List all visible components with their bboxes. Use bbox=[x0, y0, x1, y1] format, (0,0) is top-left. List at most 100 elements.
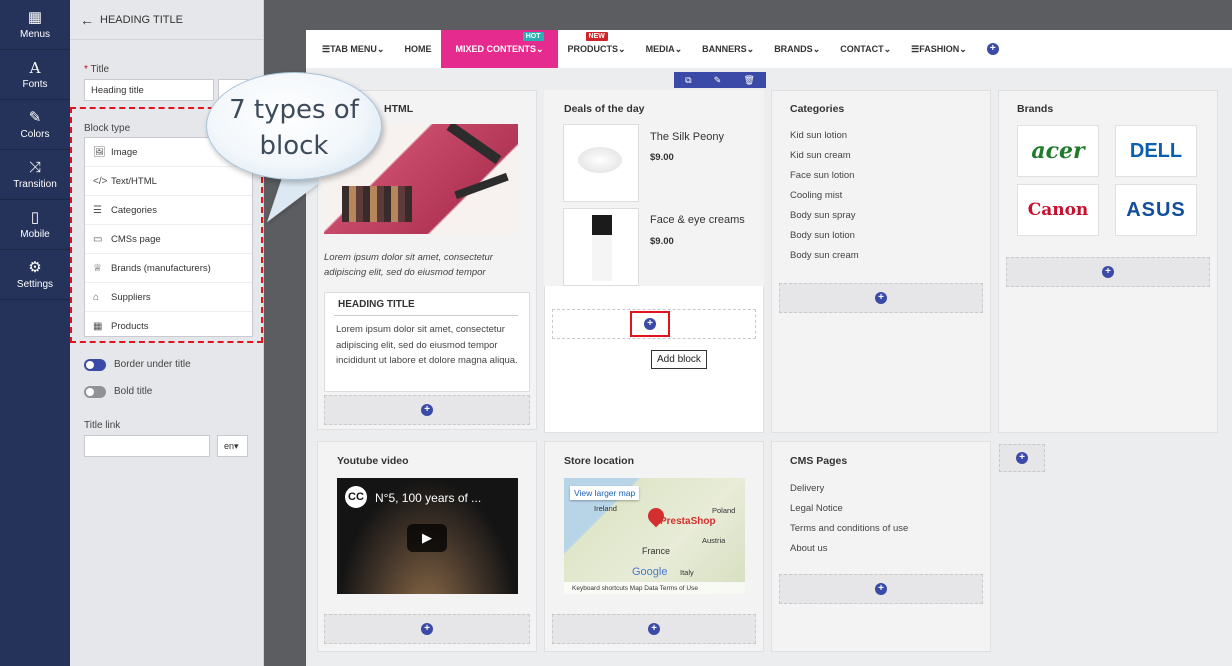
map-footer: Keyboard shortcuts Map Data Terms of Use bbox=[564, 582, 745, 594]
title-link-input[interactable] bbox=[84, 435, 210, 457]
add-block-area[interactable]: + bbox=[779, 283, 983, 313]
google-logo: Google bbox=[632, 566, 668, 578]
product-image[interactable] bbox=[563, 208, 639, 286]
grid-icon: ▦ bbox=[27, 8, 43, 26]
hamburger-icon: ☰ bbox=[322, 43, 331, 54]
menu-label: TAB MENU bbox=[330, 44, 377, 54]
channel-avatar: CC bbox=[345, 486, 367, 508]
column-title: CMS Pages bbox=[790, 455, 848, 467]
add-block-area[interactable]: + bbox=[779, 574, 983, 604]
category-link[interactable]: Body sun lotion bbox=[790, 230, 855, 241]
cms-link[interactable]: About us bbox=[790, 543, 828, 554]
category-link[interactable]: Body sun cream bbox=[790, 250, 859, 261]
chevron-down-icon: ⌄ bbox=[618, 43, 626, 54]
add-block-tooltip: Add block bbox=[651, 350, 707, 369]
plus-icon: + bbox=[421, 623, 433, 635]
copy-icon[interactable]: ⧉ bbox=[685, 75, 691, 86]
category-link[interactable]: Kid sun cream bbox=[790, 150, 851, 161]
menu-label: BANNERS bbox=[702, 44, 747, 54]
sidebar-item-transition[interactable]: ⤨ Transition bbox=[0, 150, 70, 200]
back-arrow-icon[interactable]: ← bbox=[80, 12, 94, 28]
callout-text: 7 types of block bbox=[206, 92, 382, 164]
plus-icon: + bbox=[986, 43, 999, 55]
add-menu-button[interactable]: + bbox=[977, 30, 1009, 68]
product-image[interactable] bbox=[563, 124, 639, 202]
sidebar-item-label: Colors bbox=[20, 128, 50, 140]
add-column-button[interactable]: + bbox=[999, 444, 1045, 472]
chevron-down-icon: ⌄ bbox=[376, 43, 385, 54]
product-name[interactable]: The Silk Peony bbox=[650, 131, 724, 143]
add-block-area[interactable]: + bbox=[324, 395, 530, 425]
play-icon[interactable]: ▶ bbox=[407, 524, 447, 552]
sidebar-item-label: Transition bbox=[13, 178, 57, 190]
border-under-title-label: Border under title bbox=[114, 359, 191, 370]
menu-label: MEDIA bbox=[645, 44, 675, 54]
category-link[interactable]: Cooling mist bbox=[790, 190, 842, 201]
hamburger-icon: ☰ bbox=[911, 43, 920, 54]
youtube-video[interactable]: CC N°5, 100 years of ... ▶ bbox=[337, 478, 518, 594]
column-categories[interactable] bbox=[771, 90, 991, 433]
menu-item-tab-menu[interactable]: ☰ TAB MENU ⌄ bbox=[306, 30, 394, 68]
store-map[interactable]: View larger map Ireland Poland PrestaSho… bbox=[564, 478, 745, 594]
lang-value: en bbox=[224, 441, 235, 451]
sidebar-item-fonts[interactable]: A Fonts bbox=[0, 50, 70, 100]
chevron-down-icon: ⌄ bbox=[746, 43, 755, 54]
delete-icon[interactable]: 🗑 bbox=[743, 75, 754, 86]
menu-item-home[interactable]: HOME bbox=[394, 30, 441, 68]
edit-icon[interactable]: ✎ bbox=[714, 75, 722, 86]
map-label: Italy bbox=[680, 568, 694, 577]
menu-item-mixed-contents[interactable]: HOT MIXED CONTENTS ⌄ bbox=[441, 30, 558, 68]
add-block-area[interactable]: + bbox=[324, 614, 530, 644]
add-block-area[interactable]: + bbox=[1006, 257, 1210, 287]
cms-link[interactable]: Legal Notice bbox=[790, 503, 843, 514]
sidebar-item-mobile[interactable]: ▯ Mobile bbox=[0, 200, 70, 250]
map-label: Austria bbox=[702, 536, 726, 545]
sidebar-item-colors[interactable]: ✎ Colors bbox=[0, 100, 70, 150]
plus-icon: + bbox=[421, 404, 433, 416]
category-link[interactable]: Body sun spray bbox=[790, 210, 855, 221]
new-badge: NEW bbox=[585, 32, 608, 41]
cms-link[interactable]: Terms and conditions of use bbox=[790, 523, 908, 534]
bold-title-label: Bold title bbox=[114, 386, 153, 397]
menu-item-media[interactable]: MEDIA ⌄ bbox=[636, 30, 693, 68]
menu-item-fashion[interactable]: ☰ FASHION ⌄ bbox=[901, 30, 977, 68]
callout-line: 7 types of bbox=[229, 95, 359, 125]
sidebar-item-menus[interactable]: ▦ Menus bbox=[0, 0, 70, 50]
brand-logo-acer[interactable]: acer bbox=[1017, 125, 1099, 177]
menu-label: HOME bbox=[404, 44, 432, 54]
mega-menu-bar: ☰ TAB MENU ⌄ HOME HOT MIXED CONTENTS ⌄ NE… bbox=[306, 30, 1232, 68]
add-block-button[interactable]: + bbox=[630, 311, 670, 337]
brand-logo-dell[interactable]: DELL bbox=[1115, 125, 1197, 177]
menu-item-contact[interactable]: CONTACT ⌄ bbox=[830, 30, 901, 68]
column-title: Categories bbox=[790, 103, 845, 115]
title-input[interactable]: Heading title bbox=[84, 79, 214, 101]
category-link[interactable]: Kid sun lotion bbox=[790, 130, 847, 141]
title-link-lang-select[interactable]: en ▾ bbox=[217, 435, 248, 457]
bold-title-toggle[interactable] bbox=[84, 386, 106, 398]
product-price: $9.00 bbox=[650, 152, 674, 163]
border-under-title-toggle[interactable] bbox=[84, 359, 106, 371]
category-link[interactable]: Face sun lotion bbox=[790, 170, 854, 181]
column-title: Store location bbox=[564, 455, 635, 467]
panel-header: ← HEADING TITLE bbox=[70, 0, 263, 40]
cms-link[interactable]: Delivery bbox=[790, 483, 824, 494]
mobile-icon: ▯ bbox=[30, 208, 40, 226]
brand-logo-asus[interactable]: ASUS bbox=[1115, 184, 1197, 236]
column-toolbar: ⧉ ✎ 🗑 bbox=[674, 72, 766, 88]
sidebar-item-settings[interactable]: ⚙ Settings bbox=[0, 250, 70, 300]
chevron-down-icon: ⌄ bbox=[535, 43, 544, 54]
menu-label: FASHION bbox=[919, 44, 960, 54]
add-block-area[interactable]: + bbox=[552, 614, 756, 644]
menu-item-brands[interactable]: BRANDS ⌄ bbox=[764, 30, 830, 68]
view-larger-map-link[interactable]: View larger map bbox=[570, 486, 640, 500]
menu-item-products[interactable]: NEW PRODUCTS ⌄ bbox=[558, 30, 636, 68]
chevron-down-icon: ⌄ bbox=[959, 43, 967, 54]
product-name[interactable]: Face & eye creams bbox=[650, 214, 745, 226]
column-title: Brands bbox=[1017, 103, 1054, 115]
sidebar-item-label: Settings bbox=[16, 278, 54, 290]
brand-logo-canon[interactable]: Canon bbox=[1017, 184, 1099, 236]
column-title: Youtube video bbox=[337, 455, 409, 467]
menu-item-banners[interactable]: BANNERS ⌄ bbox=[692, 30, 764, 68]
chevron-down-icon: ⌄ bbox=[812, 43, 821, 54]
callout-line: block bbox=[259, 131, 329, 161]
